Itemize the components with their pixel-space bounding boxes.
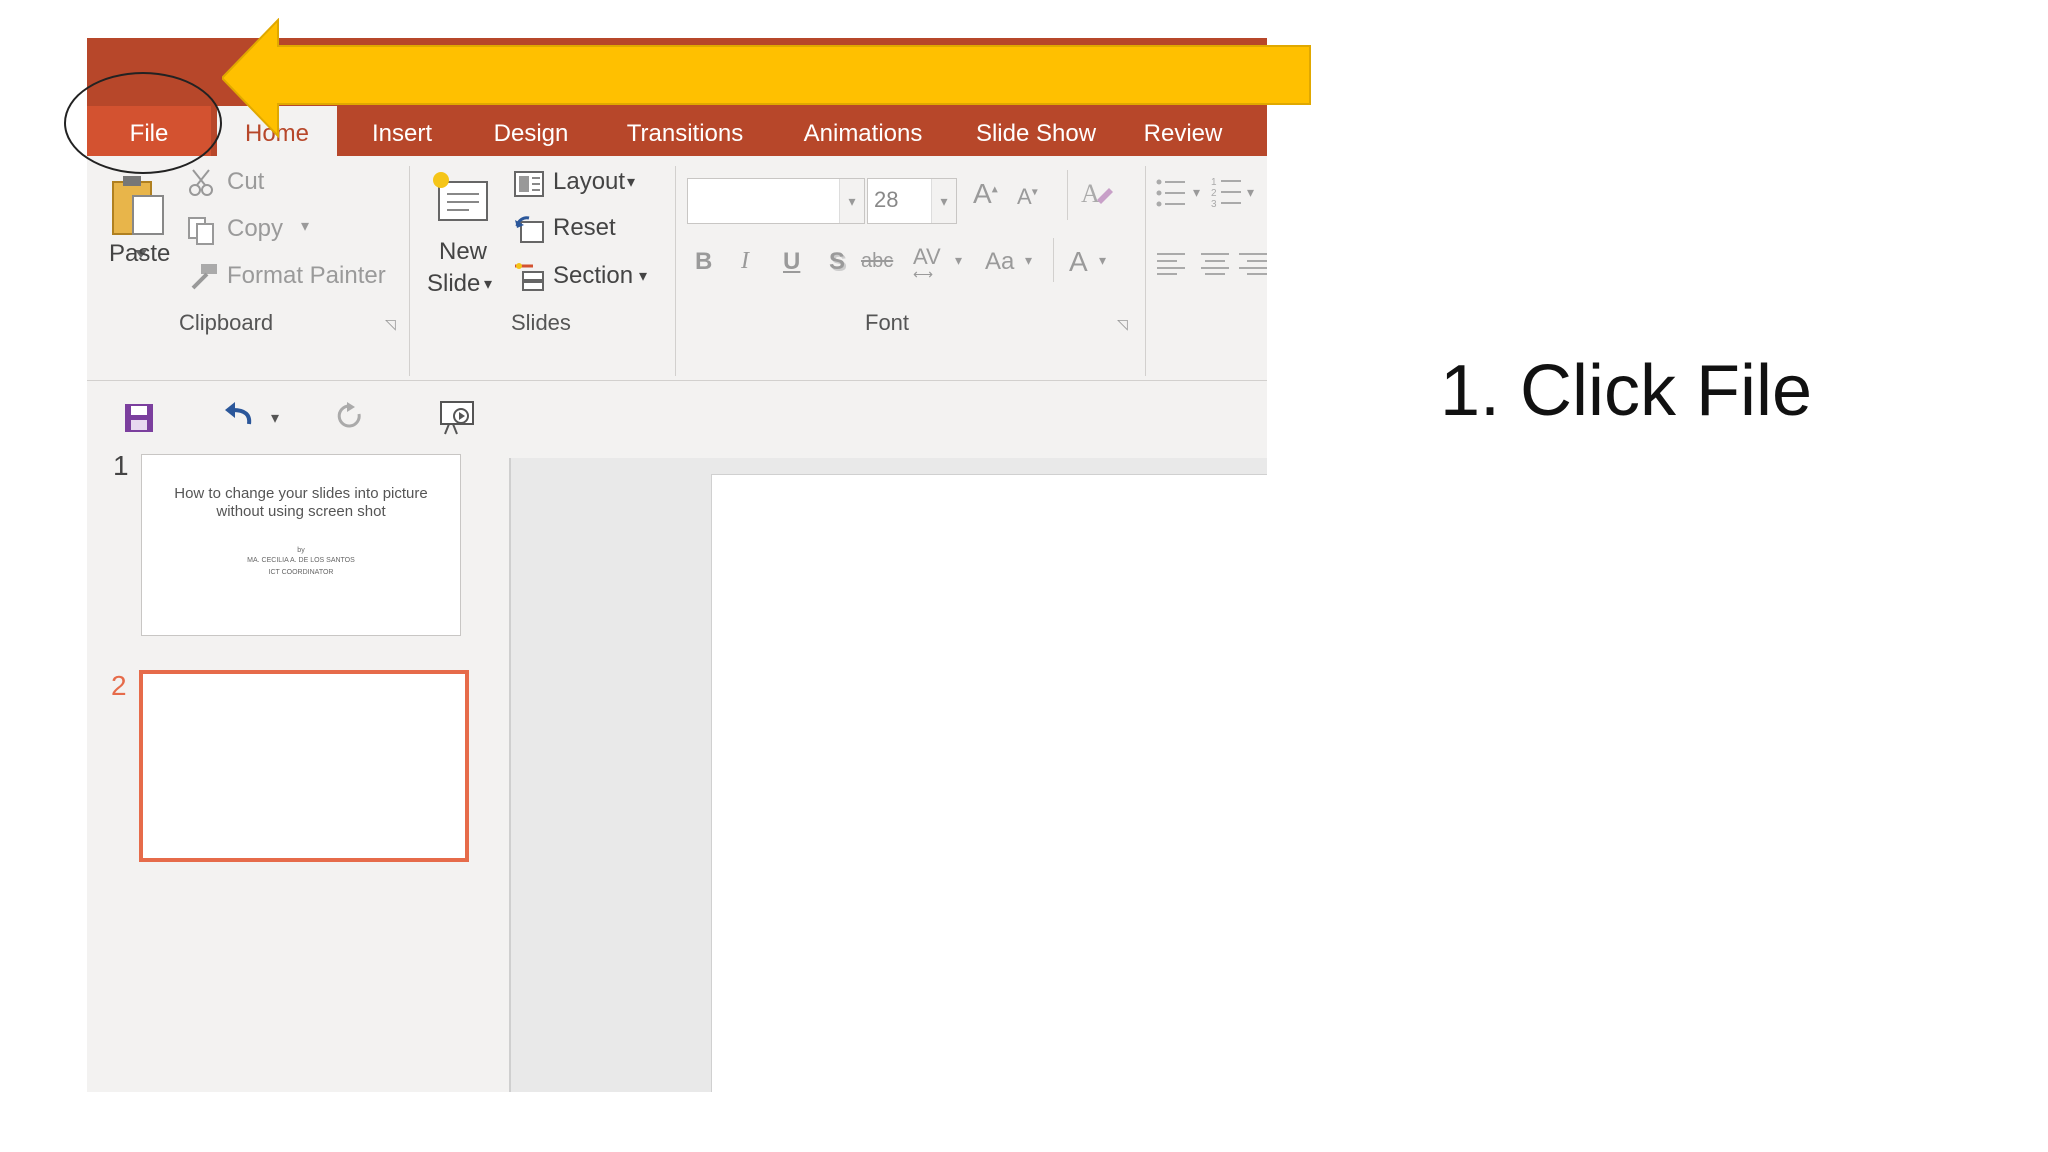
font-name-box[interactable]: ▾ bbox=[687, 178, 865, 224]
strikethrough-button[interactable]: abc bbox=[861, 250, 893, 273]
font-separator bbox=[1067, 170, 1068, 220]
clear-formatting-icon[interactable]: A bbox=[1079, 178, 1115, 210]
powerpoint-window: File Home Insert Design Transitions Anim… bbox=[87, 38, 1267, 1092]
pointer-arrow-icon bbox=[222, 18, 1311, 138]
undo-icon[interactable] bbox=[223, 402, 257, 434]
section-button[interactable]: Section bbox=[553, 262, 633, 290]
copy-dropdown-icon[interactable]: ▾ bbox=[301, 216, 309, 236]
new-slide-dropdown-icon: ▾ bbox=[484, 276, 493, 293]
quick-access-toolbar bbox=[87, 381, 1267, 457]
underline-button[interactable]: U bbox=[783, 248, 800, 276]
character-spacing-icon: ⟷ bbox=[913, 266, 934, 282]
section-icon bbox=[515, 263, 544, 291]
slide-number-1: 1 bbox=[113, 450, 129, 481]
font-size-dropdown-icon[interactable]: ▾ bbox=[931, 179, 956, 223]
italic-button[interactable]: I bbox=[741, 248, 749, 275]
section-dropdown-icon[interactable]: ▾ bbox=[639, 266, 647, 286]
format-painter-button[interactable]: Format Painter bbox=[227, 262, 386, 290]
svg-text:1: 1 bbox=[1211, 177, 1217, 188]
character-spacing-dropdown-icon[interactable]: ▾ bbox=[955, 252, 962, 269]
font-launcher-icon[interactable]: ◹ bbox=[1117, 316, 1128, 333]
instruction-caption: 1. Click File bbox=[1440, 351, 1813, 431]
reset-icon bbox=[515, 216, 544, 243]
bold-button[interactable]: B bbox=[695, 248, 712, 276]
bullets-icon[interactable] bbox=[1155, 176, 1189, 210]
group-separator bbox=[675, 166, 676, 376]
start-from-beginning-icon[interactable] bbox=[439, 400, 475, 436]
paste-label: Paste bbox=[109, 240, 171, 267]
save-icon[interactable] bbox=[123, 402, 155, 434]
redo-icon[interactable] bbox=[335, 402, 367, 434]
scissors-icon bbox=[189, 169, 213, 196]
font-group-label: Font bbox=[865, 310, 910, 335]
layout-dropdown-icon[interactable]: ▾ bbox=[627, 172, 635, 192]
font-size-box[interactable]: 28 ▾ bbox=[867, 178, 957, 224]
layout-icon bbox=[514, 171, 544, 197]
undo-dropdown-icon[interactable]: ▾ bbox=[271, 408, 279, 428]
reset-button[interactable]: Reset bbox=[553, 214, 616, 242]
file-highlight-circle bbox=[64, 72, 222, 174]
change-case-button[interactable]: Aa bbox=[985, 248, 1014, 276]
bullets-dropdown-icon[interactable]: ▾ bbox=[1193, 184, 1200, 201]
text-shadow-button[interactable]: S bbox=[829, 248, 845, 276]
font-name-dropdown-icon[interactable]: ▾ bbox=[839, 179, 864, 223]
slides-group-label: Slides bbox=[511, 310, 571, 335]
thumbnail-1-author: MA. CECILIA A. DE LOS SANTOS bbox=[247, 557, 355, 564]
font-color-button[interactable]: A bbox=[1069, 246, 1088, 278]
slide-canvas[interactable] bbox=[711, 474, 1267, 1092]
new-slide-label-1: New bbox=[439, 238, 488, 265]
thumbnail-1-role: ICT COORDINATOR bbox=[268, 569, 334, 576]
group-separator bbox=[1145, 166, 1146, 376]
cut-button[interactable]: Cut bbox=[227, 168, 264, 196]
group-separator bbox=[409, 166, 410, 376]
svg-text:2: 2 bbox=[1211, 188, 1217, 199]
font-color-dropdown-icon[interactable]: ▾ bbox=[1099, 252, 1106, 269]
clipboard-group-label: Clipboard bbox=[179, 310, 274, 335]
new-slide-label-2: Slide bbox=[427, 270, 481, 297]
clipboard-launcher-icon[interactable]: ◹ bbox=[385, 316, 396, 333]
alignment-icons[interactable] bbox=[1155, 250, 1267, 276]
increase-font-size-icon[interactable]: A▴ bbox=[973, 178, 998, 210]
slide-thumbnail-1[interactable]: How to change your slides into picture w… bbox=[141, 454, 461, 636]
svg-text:A: A bbox=[1081, 179, 1100, 208]
numbering-icon[interactable]: 123 bbox=[1211, 174, 1245, 210]
font-separator bbox=[1053, 238, 1054, 282]
slide-thumbnail-2-selected[interactable] bbox=[139, 670, 469, 862]
font-size-value: 28 bbox=[874, 187, 899, 212]
copy-button[interactable]: Copy bbox=[227, 215, 283, 243]
thumbnail-1-by: by bbox=[297, 547, 305, 554]
format-painter-icon bbox=[191, 264, 217, 290]
thumbnail-1-title: How to change your slides into picture w… bbox=[174, 485, 428, 520]
layout-button[interactable]: Layout bbox=[553, 168, 625, 196]
new-slide-icon bbox=[433, 172, 488, 221]
decrease-font-size-icon[interactable]: A▾ bbox=[1017, 184, 1038, 210]
slide-number-2: 2 bbox=[111, 670, 127, 701]
numbering-dropdown-icon[interactable]: ▾ bbox=[1247, 184, 1254, 201]
copy-icon bbox=[188, 217, 214, 245]
svg-text:3: 3 bbox=[1211, 199, 1217, 210]
change-case-dropdown-icon[interactable]: ▾ bbox=[1025, 252, 1032, 269]
